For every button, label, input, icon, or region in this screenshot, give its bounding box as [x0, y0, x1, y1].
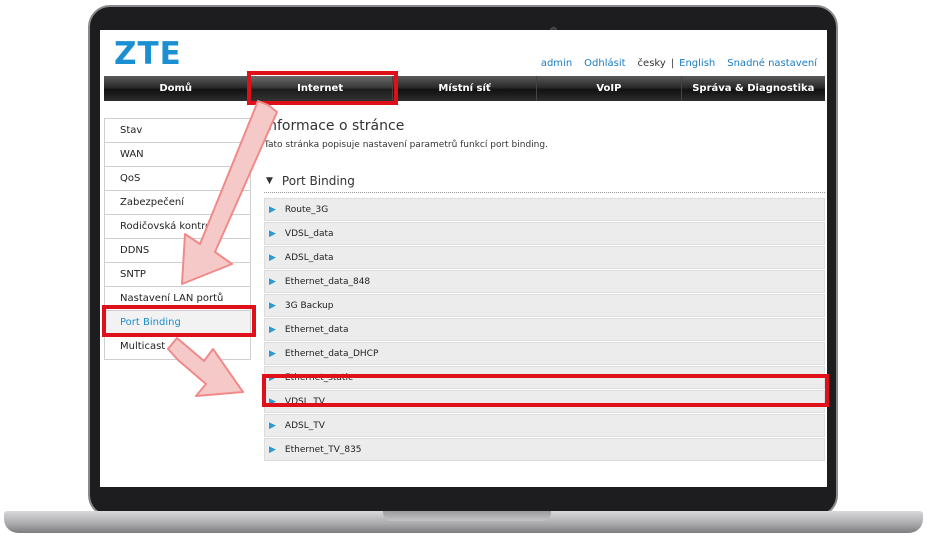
- expand-arrow-icon: ▶: [269, 300, 276, 311]
- nav-management[interactable]: Správa & Diagnostika: [682, 76, 825, 101]
- main-nav: Domů Internet Místní síť VoIP Správa & D…: [104, 76, 825, 101]
- top-links: admin Odhlásit česky | English Snadné na…: [541, 58, 817, 69]
- sidebar-item-sntp[interactable]: SNTP: [105, 263, 250, 287]
- laptop-notch: [383, 511, 551, 521]
- row-label: Ethernet_static: [284, 372, 353, 383]
- binding-row-adsl-tv[interactable]: ▶ ADSL_TV: [264, 414, 825, 437]
- binding-row-ethernet-data-848[interactable]: ▶ Ethernet_data_848: [264, 270, 825, 293]
- row-label: Ethernet_data_DHCP: [284, 348, 379, 359]
- section-port-binding[interactable]: ▼ Port Binding: [264, 169, 825, 193]
- expand-arrow-icon: ▶: [269, 228, 276, 239]
- row-label: 3G Backup: [284, 300, 334, 311]
- expand-arrow-icon: ▶: [269, 372, 276, 383]
- binding-row-ethernet-static[interactable]: ▶ Ethernet_static: [264, 366, 825, 389]
- row-label: Ethernet_data_848: [284, 276, 371, 287]
- binding-row-vdsl-tv[interactable]: ▶ VDSL_TV: [264, 390, 825, 413]
- binding-row-adsl-data[interactable]: ▶ ADSL_data: [264, 246, 825, 269]
- easy-setup-link[interactable]: Snadné nastavení: [727, 58, 817, 69]
- nav-local-network[interactable]: Místní síť: [393, 76, 538, 101]
- section-title: Port Binding: [281, 173, 355, 188]
- lang-current[interactable]: česky: [638, 58, 666, 69]
- expand-arrow-icon: ▶: [269, 204, 276, 215]
- sidebar-item-status[interactable]: Stav: [105, 119, 250, 143]
- expand-arrow-icon: ▶: [269, 420, 276, 431]
- binding-row-ethernet-data[interactable]: ▶ Ethernet_data: [264, 318, 825, 341]
- row-label: ADSL_TV: [284, 420, 325, 431]
- row-label: Ethernet_TV_835: [284, 444, 362, 455]
- router-admin-screen: ZTE admin Odhlásit česky | English Snadn…: [100, 30, 827, 487]
- binding-row-vdsl-data[interactable]: ▶ VDSL_data: [264, 222, 825, 245]
- main-content: Informace o stránce Tato stránka popisuj…: [264, 118, 825, 462]
- sidebar-item-parental-control[interactable]: Rodičovská kontrola: [105, 215, 250, 239]
- logout-link[interactable]: Odhlásit: [584, 58, 625, 69]
- user-link[interactable]: admin: [541, 58, 572, 69]
- binding-row-3g-backup[interactable]: ▶ 3G Backup: [264, 294, 825, 317]
- row-label: Ethernet_data: [284, 324, 349, 335]
- collapse-triangle-icon: ▼: [266, 175, 273, 186]
- nav-voip[interactable]: VoIP: [537, 76, 682, 101]
- binding-row-route-3g[interactable]: ▶ Route_3G: [264, 198, 825, 221]
- nav-home[interactable]: Domů: [104, 76, 249, 101]
- expand-arrow-icon: ▶: [269, 444, 276, 455]
- lang-english-link[interactable]: English: [679, 58, 715, 69]
- page-title: Informace o stránce: [264, 118, 405, 134]
- binding-row-ethernet-data-dhcp[interactable]: ▶ Ethernet_data_DHCP: [264, 342, 825, 365]
- sidebar: Stav WAN QoS Zabezpečení Rodičovská kont…: [104, 118, 251, 360]
- sidebar-item-qos[interactable]: QoS: [105, 167, 250, 191]
- sidebar-item-port-binding[interactable]: Port Binding: [105, 311, 250, 335]
- expand-arrow-icon: ▶: [269, 324, 276, 335]
- binding-list: ▶ Route_3G ▶ VDSL_data ▶ ADSL_data ▶ Etherne…: [264, 198, 825, 461]
- binding-row-ethernet-tv-835[interactable]: ▶ Ethernet_TV_835: [264, 438, 825, 461]
- expand-arrow-icon: ▶: [269, 396, 276, 407]
- sidebar-item-multicast[interactable]: Multicast: [105, 335, 250, 359]
- sidebar-item-lan-ports[interactable]: Nastavení LAN portů: [105, 287, 250, 311]
- lang-separator: |: [670, 58, 675, 69]
- row-label: VDSL_TV: [284, 396, 325, 407]
- row-label: ADSL_data: [284, 252, 334, 263]
- expand-arrow-icon: ▶: [269, 252, 276, 263]
- zte-logo: ZTE: [114, 36, 182, 72]
- page-description: Tato stránka popisuje nastavení parametr…: [264, 140, 548, 150]
- nav-internet[interactable]: Internet: [248, 76, 393, 101]
- row-label: Route_3G: [284, 204, 329, 215]
- row-label: VDSL_data: [284, 228, 334, 239]
- sidebar-item-security[interactable]: Zabezpečení: [105, 191, 250, 215]
- expand-arrow-icon: ▶: [269, 348, 276, 359]
- expand-arrow-icon: ▶: [269, 276, 276, 287]
- sidebar-item-ddns[interactable]: DDNS: [105, 239, 250, 263]
- sidebar-item-wan[interactable]: WAN: [105, 143, 250, 167]
